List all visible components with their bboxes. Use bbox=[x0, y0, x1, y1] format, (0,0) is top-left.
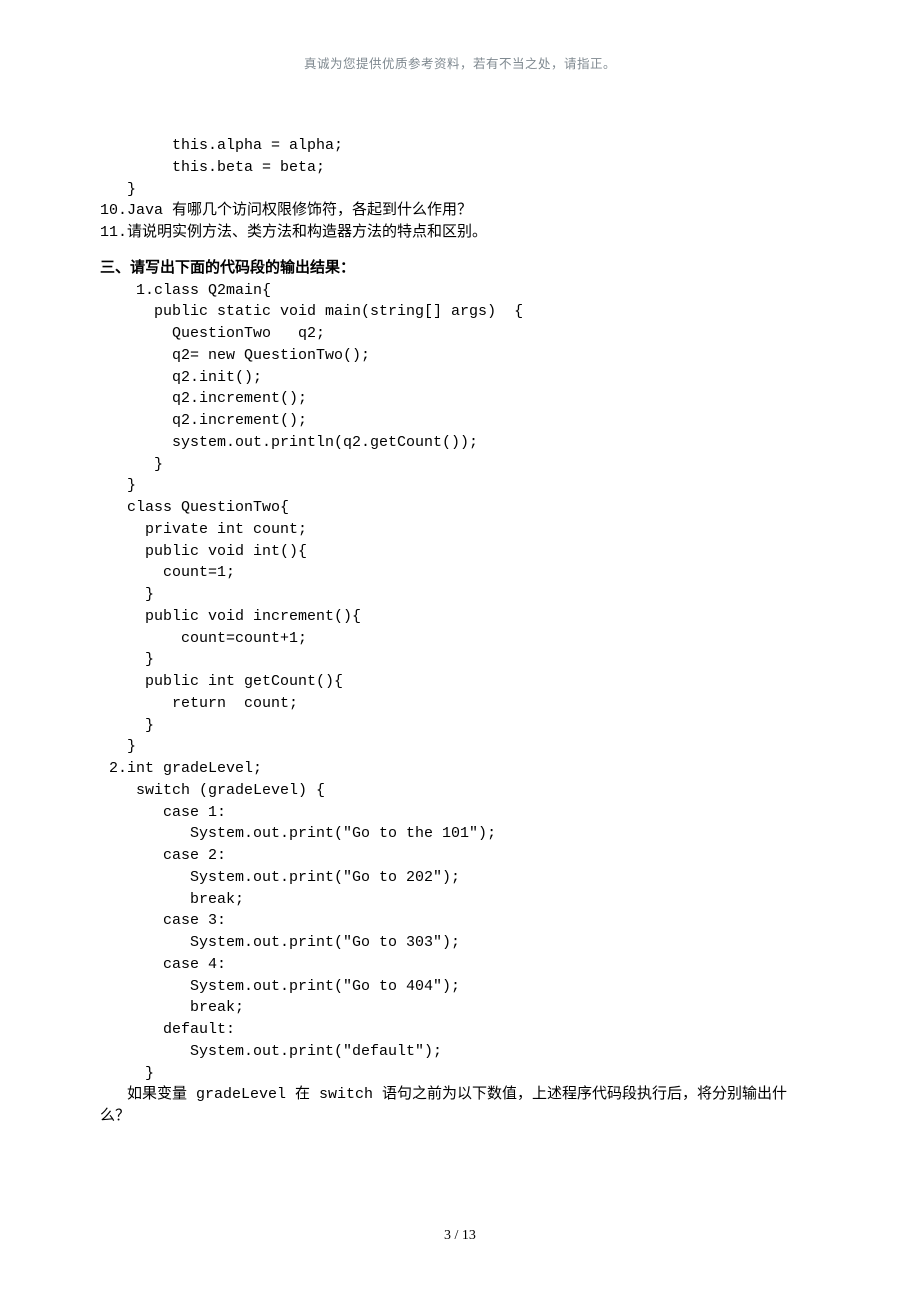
page-number: 3 / 13 bbox=[444, 1228, 476, 1243]
followup-line-a: 如果变量 gradeLevel 在 switch 语句之前为以下数值，上述程序代… bbox=[100, 1084, 822, 1106]
code-line: count=1; bbox=[100, 562, 822, 584]
code-line: default: bbox=[100, 1019, 822, 1041]
page-footer: 3 / 13 bbox=[0, 1226, 920, 1246]
question-11: 11.请说明实例方法、类方法和构造器方法的特点和区别。 bbox=[100, 222, 822, 244]
code-line: system.out.println(q2.getCount()); bbox=[100, 432, 822, 454]
code-line: break; bbox=[100, 997, 822, 1019]
code-line: q2= new QuestionTwo(); bbox=[100, 345, 822, 367]
code-line: public int getCount(){ bbox=[100, 671, 822, 693]
code-line: System.out.print("Go to 404"); bbox=[100, 976, 822, 998]
code-line: public static void main(string[] args) { bbox=[100, 301, 822, 323]
code-line: private int count; bbox=[100, 519, 822, 541]
code-line: q2.init(); bbox=[100, 367, 822, 389]
code-line: class QuestionTwo{ bbox=[100, 497, 822, 519]
code-line: q2.increment(); bbox=[100, 388, 822, 410]
code-line: this.alpha = alpha; bbox=[100, 135, 822, 157]
code-line: } bbox=[100, 1063, 822, 1085]
code-line: case 1: bbox=[100, 802, 822, 824]
header-text: 真诚为您提供优质参考资料，若有不当之处，请指正。 bbox=[304, 57, 616, 71]
code-line: System.out.print("Go to 303"); bbox=[100, 932, 822, 954]
code-line: System.out.print("Go to 202"); bbox=[100, 867, 822, 889]
code-line: case 4: bbox=[100, 954, 822, 976]
code-line: case 2: bbox=[100, 845, 822, 867]
code-line: switch (gradeLevel) { bbox=[100, 780, 822, 802]
code-line: 2.int gradeLevel; bbox=[100, 758, 822, 780]
followup-line-b: 么？ bbox=[100, 1106, 822, 1128]
code-line: System.out.print("Go to the 101"); bbox=[100, 823, 822, 845]
code-block-1: 1.class Q2main{ public static void main(… bbox=[100, 280, 822, 1085]
code-line: } bbox=[100, 715, 822, 737]
document-content: this.alpha = alpha; this.beta = beta; } … bbox=[0, 73, 920, 1128]
code-line: this.beta = beta; bbox=[100, 157, 822, 179]
code-pre-block: this.alpha = alpha; this.beta = beta; } bbox=[100, 135, 822, 200]
code-line: } bbox=[100, 736, 822, 758]
page-header: 真诚为您提供优质参考资料，若有不当之处，请指正。 bbox=[0, 0, 920, 73]
code-line: QuestionTwo q2; bbox=[100, 323, 822, 345]
code-line: return count; bbox=[100, 693, 822, 715]
code-line: public void increment(){ bbox=[100, 606, 822, 628]
code-line: case 3: bbox=[100, 910, 822, 932]
code-line: 1.class Q2main{ bbox=[100, 280, 822, 302]
code-line: } bbox=[100, 584, 822, 606]
question-10: 10.Java 有哪几个访问权限修饰符，各起到什么作用？ bbox=[100, 200, 822, 222]
code-line: public void int(){ bbox=[100, 541, 822, 563]
code-line: } bbox=[100, 475, 822, 497]
code-line: } bbox=[100, 454, 822, 476]
code-line: count=count+1; bbox=[100, 628, 822, 650]
section-3-title: 三、请写出下面的代码段的输出结果： bbox=[100, 258, 822, 280]
code-line: q2.increment(); bbox=[100, 410, 822, 432]
code-line: } bbox=[100, 649, 822, 671]
code-line: System.out.print("default"); bbox=[100, 1041, 822, 1063]
code-line: } bbox=[100, 179, 822, 201]
code-line: break; bbox=[100, 889, 822, 911]
